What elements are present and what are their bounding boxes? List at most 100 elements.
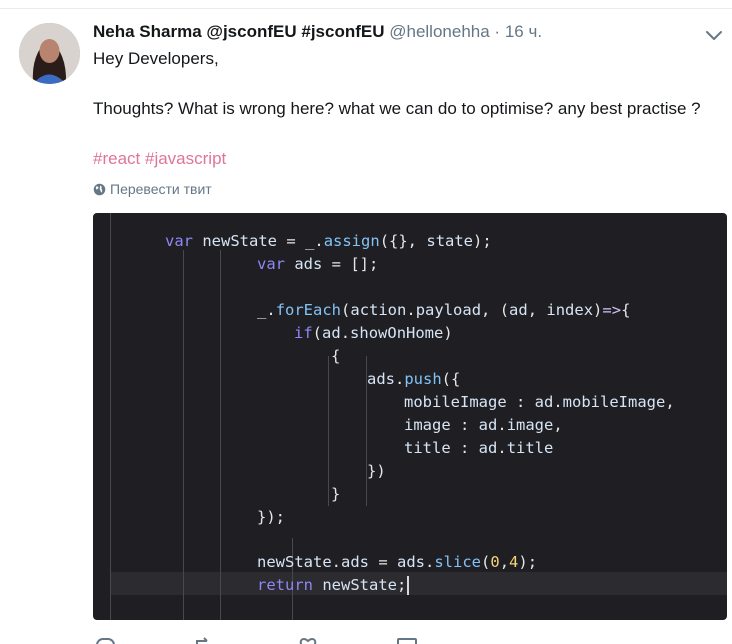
code-line: var ads = []; bbox=[257, 253, 378, 276]
code-token: 4 bbox=[509, 553, 519, 571]
code-token: . bbox=[266, 301, 276, 319]
code-token: , bbox=[553, 416, 563, 434]
code-token: index bbox=[546, 301, 594, 319]
code-token: ads bbox=[341, 553, 369, 571]
code-token: = []; bbox=[322, 255, 379, 273]
hashtag-link[interactable]: #react bbox=[93, 149, 140, 168]
code-line: }) bbox=[367, 460, 386, 483]
code-token: forEach bbox=[275, 301, 342, 319]
chevron-down-icon[interactable] bbox=[704, 25, 724, 45]
author-handle[interactable]: @hellonehha bbox=[389, 22, 489, 41]
code-token: ); bbox=[473, 232, 492, 250]
code-token: ) bbox=[593, 301, 603, 319]
code-token: if bbox=[294, 324, 313, 342]
code-token: payload bbox=[415, 301, 482, 319]
code-token: newState bbox=[322, 576, 397, 594]
code-token: ( bbox=[312, 324, 323, 342]
code-token: _ bbox=[305, 232, 315, 250]
globe-icon bbox=[93, 181, 110, 197]
code-token: }); bbox=[257, 508, 285, 526]
code-line: mobileImage : ad.mobileImage, bbox=[404, 391, 675, 414]
code-token: , ( bbox=[481, 301, 510, 319]
code-token: state bbox=[426, 232, 474, 250]
code-token: ad bbox=[509, 301, 528, 319]
code-token: image bbox=[404, 416, 451, 434]
code-token: , bbox=[499, 553, 510, 571]
tweet-actions bbox=[93, 634, 493, 644]
code-token: ({ bbox=[441, 370, 461, 388]
code-token: ads bbox=[367, 370, 395, 388]
indent-guide bbox=[110, 213, 111, 620]
code-token: ads bbox=[397, 553, 425, 571]
reply-icon[interactable] bbox=[95, 634, 117, 644]
code-line: { bbox=[331, 345, 340, 368]
tweet-time[interactable]: 16 ч. bbox=[505, 22, 542, 41]
code-token: = bbox=[369, 553, 397, 571]
code-token: title bbox=[404, 439, 451, 457]
code-token: . bbox=[553, 393, 563, 411]
code-token: . bbox=[425, 553, 435, 571]
code-token: => bbox=[602, 301, 622, 319]
code-token: mobileImage bbox=[562, 393, 666, 411]
code-token: = bbox=[277, 232, 305, 250]
code-token: , bbox=[665, 393, 675, 411]
code-line: title : ad.title bbox=[404, 437, 553, 460]
code-line: }); bbox=[257, 506, 285, 529]
tweet-header: Neha Sharma @jsconfEU #jsconfEU @hellone… bbox=[93, 22, 542, 42]
code-token: newState bbox=[202, 232, 277, 250]
text-caret bbox=[407, 576, 410, 595]
code-token: slice bbox=[434, 553, 482, 571]
code-token: . bbox=[497, 439, 507, 457]
code-token: _ bbox=[257, 301, 267, 319]
code-token: { bbox=[621, 301, 631, 319]
indent-guide bbox=[328, 356, 329, 506]
code-token: : bbox=[450, 416, 479, 434]
time-separator: · bbox=[494, 22, 501, 41]
code-token: . bbox=[340, 324, 351, 342]
code-token: ) bbox=[443, 324, 453, 342]
indent-guide bbox=[183, 250, 184, 620]
code-token: newState bbox=[257, 553, 332, 571]
tweet-greeting: Hey Developers, bbox=[93, 49, 219, 68]
code-token: assign bbox=[323, 232, 380, 250]
top-divider bbox=[0, 8, 732, 9]
code-token: ( bbox=[341, 301, 351, 319]
code-token: ({}, bbox=[379, 232, 427, 250]
code-line: } bbox=[331, 483, 340, 506]
code-screenshot[interactable]: var newState = _.assign({}, state); var a… bbox=[93, 213, 727, 620]
hashtag-link[interactable]: #javascript bbox=[145, 149, 226, 168]
code-line: newState.ads = ads.slice(0,4); bbox=[257, 551, 537, 574]
code-line: var newState = _.assign({}, state); bbox=[165, 230, 492, 253]
code-line: if(ad.showOnHome) bbox=[294, 322, 453, 345]
translate-label: Перевести твит bbox=[110, 181, 212, 197]
message-icon[interactable] bbox=[396, 634, 418, 644]
code-token: . bbox=[395, 370, 405, 388]
tweet-body: Thoughts? What is wrong here? what we ca… bbox=[93, 99, 701, 118]
code-token: . bbox=[406, 301, 416, 319]
code-line: _.forEach(action.payload, (ad, index)=>{ bbox=[257, 299, 630, 322]
translate-tweet-link[interactable]: Перевести твит bbox=[93, 181, 212, 197]
like-icon[interactable] bbox=[297, 634, 319, 644]
code-token: . bbox=[314, 232, 324, 250]
hashtag-list: #react #javascript bbox=[93, 149, 226, 169]
code-token: ad bbox=[478, 439, 498, 457]
author-name[interactable]: Neha Sharma @jsconfEU #jsconfEU bbox=[93, 22, 385, 41]
code-token: , bbox=[527, 301, 547, 319]
code-token: { bbox=[331, 347, 341, 365]
code-token: . bbox=[497, 416, 507, 434]
code-token: mobileImage bbox=[404, 393, 507, 411]
code-token: var bbox=[257, 255, 285, 273]
retweet-icon[interactable] bbox=[193, 634, 215, 644]
avatar[interactable] bbox=[19, 23, 80, 84]
code-token: ad bbox=[534, 393, 554, 411]
code-token: return bbox=[257, 576, 313, 594]
code-token: ad bbox=[322, 324, 341, 342]
code-token: ads bbox=[294, 255, 323, 273]
code-token: ( bbox=[481, 553, 491, 571]
code-token: : bbox=[450, 439, 479, 457]
code-token: showOnHome bbox=[350, 324, 444, 342]
code-token: title bbox=[506, 439, 554, 457]
